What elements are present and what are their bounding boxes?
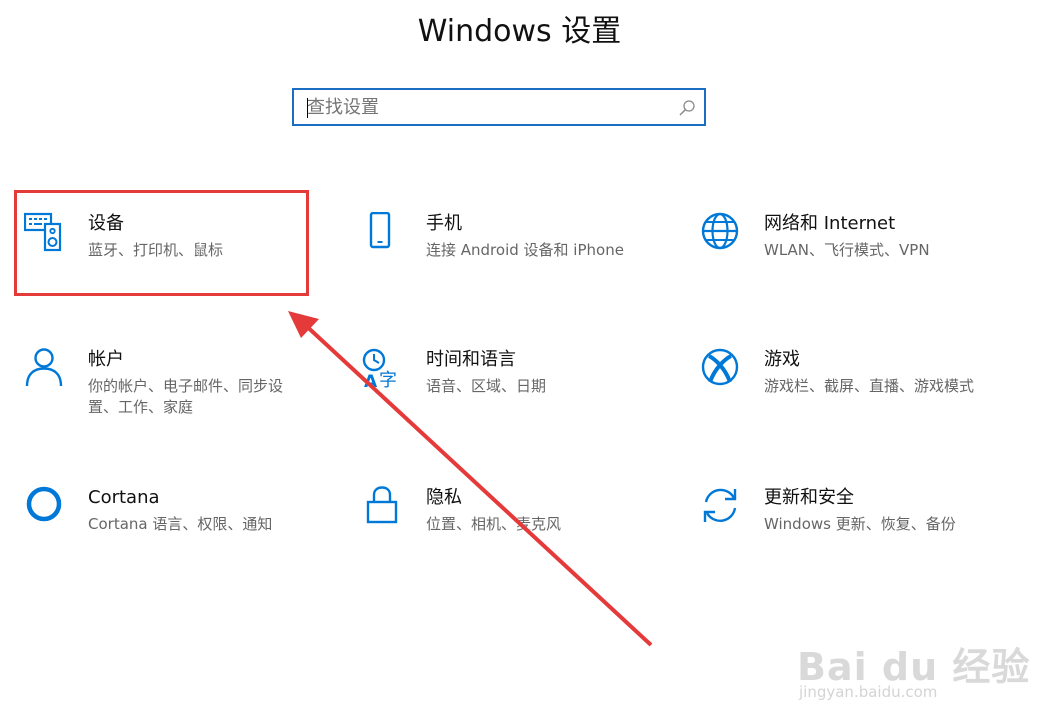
tile-name: Cortana [88,487,160,508]
tile-description: 位置、相机、麦克风 [426,515,562,533]
person-icon [25,348,63,387]
globe-icon [701,212,739,250]
tile-accounts[interactable]: 帐户 你的帐户、电子邮件、同步设置、工作、家庭 [24,348,324,420]
search-input[interactable] [307,94,667,120]
lock-icon [366,486,398,524]
tile-description: 连接 Android 设备和 iPhone [426,241,624,259]
tile-network[interactable]: 网络和 Internet WLAN、飞行模式、VPN [700,212,1000,282]
tile-update-security[interactable]: 更新和安全 Windows 更新、恢复、备份 [700,486,1000,546]
svg-text:A: A [364,372,378,392]
sync-icon [703,488,737,522]
svg-text:字: 字 [379,370,397,391]
phone-icon [369,212,391,249]
tile-time-language[interactable]: A 字 时间和语言 语音、区域、日期 [362,348,662,420]
tile-description: 你的帐户、电子邮件、同步设置、工作、家庭 [88,377,284,416]
search-icon[interactable] [678,99,696,117]
cortana-circle-icon [26,486,62,522]
tile-name: 网络和 Internet [764,213,896,234]
tile-name: 手机 [426,213,462,234]
tile-name: 游戏 [764,349,800,370]
tile-name: 更新和安全 [764,487,854,508]
tile-name: 帐户 [88,349,124,370]
tile-name: 时间和语言 [426,349,516,370]
tile-description: 游戏栏、截屏、直播、游戏模式 [764,377,975,395]
tile-name: 隐私 [426,487,462,508]
watermark-url: jingyan.baidu.com [799,683,938,701]
tile-gaming[interactable]: 游戏 游戏栏、截屏、直播、游戏模式 [700,348,1000,420]
tile-description: Cortana 语言、权限、通知 [88,515,273,533]
tile-description: Windows 更新、恢复、备份 [764,515,956,533]
tile-cortana[interactable]: Cortana Cortana 语言、权限、通知 [24,486,324,546]
tile-description: WLAN、飞行模式、VPN [764,241,930,259]
time-language-icon: A 字 [362,348,397,392]
tile-phone[interactable]: 手机 连接 Android 设备和 iPhone [362,212,662,282]
tile-privacy[interactable]: 隐私 位置、相机、麦克风 [362,486,662,546]
search-box[interactable] [292,88,706,126]
tile-description: 语音、区域、日期 [426,377,547,395]
xbox-icon [701,348,739,386]
page-title: Windows 设置 [417,14,622,49]
highlight-box [14,190,309,296]
